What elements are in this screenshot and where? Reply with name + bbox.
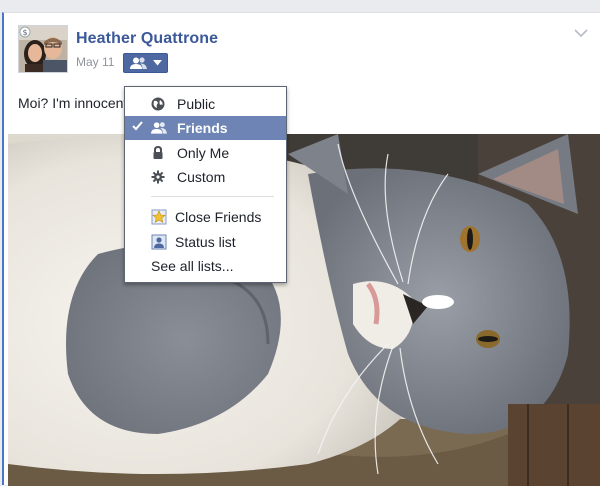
chevron-down-icon[interactable] bbox=[574, 28, 588, 38]
audience-option-custom[interactable]: Custom bbox=[125, 165, 286, 189]
globe-icon bbox=[151, 97, 165, 111]
post-card: $ Heather Quattrone May 11 Moi? I'm inno… bbox=[2, 12, 600, 486]
audience-option-label: Public bbox=[177, 96, 216, 112]
audience-list-close-friends[interactable]: Close Friends bbox=[125, 205, 286, 229]
author-avatar[interactable]: $ bbox=[18, 25, 68, 73]
see-all-lists-link[interactable]: See all lists... bbox=[125, 254, 286, 278]
audience-option-only-me[interactable]: Only Me bbox=[125, 141, 286, 165]
svg-text:$: $ bbox=[22, 28, 27, 37]
gear-icon bbox=[151, 170, 165, 184]
caret-down-icon bbox=[153, 60, 162, 66]
friends-icon bbox=[151, 122, 168, 134]
audience-list-label: Close Friends bbox=[175, 209, 262, 225]
person-list-icon bbox=[151, 234, 167, 250]
audience-option-label: Only Me bbox=[177, 145, 230, 161]
author-name[interactable]: Heather Quattrone bbox=[76, 30, 218, 48]
audience-option-public[interactable]: Public bbox=[125, 92, 286, 116]
audience-menu: Public Friends Only Me Custom Close Frie… bbox=[124, 86, 287, 283]
see-all-lists-label: See all lists... bbox=[151, 258, 234, 274]
lock-icon bbox=[153, 146, 163, 159]
post-timestamp[interactable]: May 11 bbox=[76, 55, 114, 69]
post-text: Moi? I'm innocent! bbox=[18, 95, 132, 111]
audience-option-friends[interactable]: Friends bbox=[125, 116, 286, 140]
audience-list-status[interactable]: Status list bbox=[125, 230, 286, 254]
audience-option-label: Friends bbox=[177, 120, 228, 136]
checkmark-icon bbox=[132, 121, 143, 131]
menu-divider bbox=[151, 196, 274, 197]
friends-icon bbox=[130, 57, 147, 69]
audience-list-label: Status list bbox=[175, 234, 236, 250]
audience-selector-button[interactable] bbox=[123, 53, 168, 73]
audience-option-label: Custom bbox=[177, 169, 226, 185]
star-list-icon bbox=[151, 209, 167, 225]
post-photo[interactable] bbox=[8, 134, 600, 486]
